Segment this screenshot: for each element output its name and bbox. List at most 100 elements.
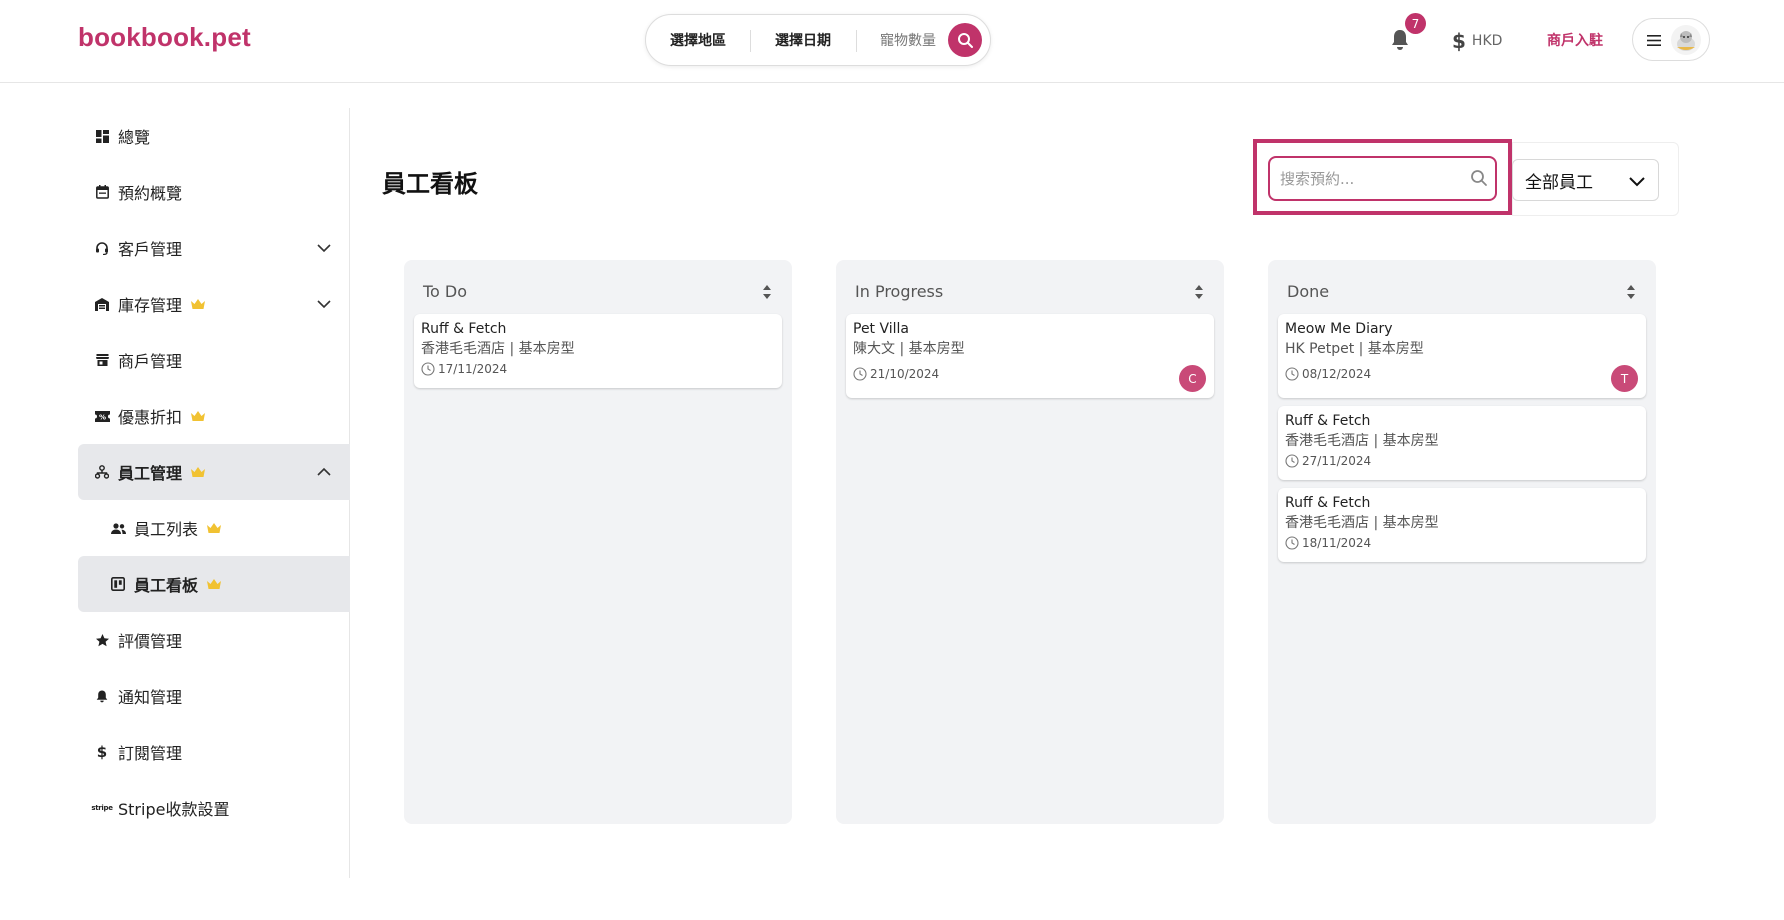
sidebar-item-staff[interactable]: 員工管理	[78, 444, 350, 500]
sidebar-item-label: 員工看板	[134, 576, 199, 595]
sidebar-item-label: 庫存管理	[118, 296, 183, 315]
chevron-down-icon[interactable]	[316, 296, 332, 312]
bell-icon[interactable]	[1389, 28, 1411, 52]
assignee-avatar[interactable]: C	[1179, 365, 1206, 392]
card-date-row: 21/10/2024	[853, 367, 1207, 381]
chevron-up-icon[interactable]	[316, 464, 332, 480]
card-date-row: 17/11/2024	[421, 362, 775, 376]
crown-icon	[207, 579, 222, 589]
top-header: bookbook.pet 選擇地區 選擇日期 寵物數量 7 $ HKD 商戶入駐	[0, 0, 1784, 83]
dashboard-icon	[94, 128, 110, 144]
headset-icon	[94, 240, 110, 256]
divider	[750, 30, 751, 52]
booking-card[interactable]: Ruff & Fetch 香港毛毛酒店 | 基本房型 27/11/2024	[1278, 406, 1646, 480]
sidebar-item-label: 客戶管理	[118, 240, 183, 259]
card-subtitle: 香港毛毛酒店 | 基本房型	[1285, 433, 1439, 449]
sidebar-item-inventory[interactable]: 庫存管理	[78, 276, 350, 332]
kanban-column-in-progress: In Progress Pet Villa 陳大文 | 基本房型 21/10/2…	[836, 260, 1224, 824]
sort-icon[interactable]	[1626, 284, 1636, 300]
currency-label: HKD	[1471, 33, 1503, 49]
booking-card[interactable]: Meow Me Diary HK Petpet | 基本房型 08/12/202…	[1278, 314, 1646, 398]
logo[interactable]: bookbook.pet	[78, 22, 251, 53]
clock-icon	[421, 362, 435, 376]
dollar-icon: $	[96, 743, 108, 761]
booking-search-input[interactable]	[1268, 156, 1497, 201]
card-title: Ruff & Fetch	[1285, 495, 1371, 511]
divider	[856, 30, 857, 52]
crown-icon	[191, 467, 206, 477]
assignee-avatar[interactable]: T	[1611, 365, 1638, 392]
sidebar-item-subscription[interactable]: $ 訂閱管理	[78, 724, 350, 780]
booking-search-bar[interactable]: 選擇地區 選擇日期 寵物數量	[645, 14, 991, 66]
sidebar-item-label: Stripe收款設置	[118, 800, 230, 819]
currency-selector[interactable]: $ HKD	[1452, 29, 1502, 53]
sidebar-item-label: 優惠折扣	[118, 408, 183, 427]
card-title: Ruff & Fetch	[1285, 413, 1371, 429]
card-date: 17/11/2024	[438, 362, 508, 376]
ticket-icon: %	[94, 408, 110, 424]
sidebar-item-staff-kanban[interactable]: 員工看板	[78, 556, 350, 612]
svg-text:%: %	[98, 413, 105, 421]
clock-icon	[1285, 536, 1299, 550]
sidebar-item-merchant[interactable]: 商戶管理	[78, 332, 350, 388]
sidebar-item-label: 總覽	[118, 128, 151, 147]
card-date: 27/11/2024	[1302, 454, 1372, 468]
card-date-row: 18/11/2024	[1285, 536, 1639, 550]
sidebar-item-label: 預約概覽	[118, 184, 183, 203]
chevron-down-icon[interactable]	[316, 240, 332, 256]
staff-filter-select[interactable]: 全部員工	[1512, 159, 1659, 201]
sidebar-item-overview[interactable]: 總覽	[78, 108, 350, 164]
booking-card[interactable]: Ruff & Fetch 香港毛毛酒店 | 基本房型 17/11/2024	[414, 314, 782, 388]
sidebar-item-reviews[interactable]: 評價管理	[78, 612, 350, 668]
column-title: Done	[1287, 282, 1330, 301]
card-title: Meow Me Diary	[1285, 321, 1393, 337]
card-title: Ruff & Fetch	[421, 321, 507, 337]
sort-icon[interactable]	[1194, 284, 1204, 300]
warehouse-icon	[94, 296, 110, 312]
org-chart-icon	[94, 464, 110, 480]
sidebar-item-staff-list[interactable]: 員工列表	[78, 500, 350, 556]
search-icon	[1471, 170, 1487, 186]
sidebar-item-booking-overview[interactable]: 預約概覽	[78, 164, 350, 220]
region-selector[interactable]: 選擇地區	[670, 30, 726, 50]
search-button[interactable]	[948, 23, 982, 57]
sidebar-item-discounts[interactable]: % 優惠折扣	[78, 388, 350, 444]
sidebar: 總覽 預約概覽 客戶管理 庫存管理 商戶管理 % 優惠折扣 員工管理 員工列表 …	[78, 108, 350, 878]
merchant-onboarding-link[interactable]: 商戶入駐	[1547, 30, 1603, 50]
page-title: 員工看板	[382, 170, 478, 198]
booking-card[interactable]: Ruff & Fetch 香港毛毛酒店 | 基本房型 18/11/2024	[1278, 488, 1646, 562]
kanban-column-todo: To Do Ruff & Fetch 香港毛毛酒店 | 基本房型 17/11/2…	[404, 260, 792, 824]
chevron-down-icon	[1629, 177, 1645, 187]
avatar	[1671, 25, 1701, 55]
sidebar-item-label: 通知管理	[118, 688, 183, 707]
card-title: Pet Villa	[853, 321, 910, 337]
notification-badge: 7	[1405, 13, 1426, 34]
store-icon	[94, 352, 110, 368]
sidebar-item-label: 員工列表	[134, 520, 199, 539]
card-date: 08/12/2024	[1302, 367, 1372, 381]
sort-icon[interactable]	[762, 284, 772, 300]
card-subtitle: 陳大文 | 基本房型	[853, 341, 965, 357]
sidebar-item-customers[interactable]: 客戶管理	[78, 220, 350, 276]
sidebar-item-notifications[interactable]: 通知管理	[78, 668, 350, 724]
user-menu-button[interactable]	[1632, 18, 1710, 61]
card-date-row: 27/11/2024	[1285, 454, 1639, 468]
search-icon	[958, 33, 973, 48]
column-title: In Progress	[855, 282, 944, 301]
sidebar-item-label: 商戶管理	[118, 352, 183, 371]
bell-icon	[94, 688, 110, 704]
clock-icon	[1285, 454, 1299, 468]
staff-filter-value: 全部員工	[1525, 172, 1593, 193]
date-selector[interactable]: 選擇日期	[775, 30, 831, 50]
sidebar-item-stripe[interactable]: stripe Stripe收款設置	[78, 780, 350, 836]
booking-card[interactable]: Pet Villa 陳大文 | 基本房型 21/10/2024 C	[846, 314, 1214, 398]
card-date: 21/10/2024	[870, 367, 940, 381]
pet-count-selector[interactable]: 寵物數量	[880, 30, 936, 50]
crown-icon	[191, 299, 206, 309]
clock-icon	[853, 367, 867, 381]
card-date: 18/11/2024	[1302, 536, 1372, 550]
dollar-icon: $	[1452, 29, 1466, 53]
card-date-row: 08/12/2024	[1285, 367, 1639, 381]
sidebar-item-label: 評價管理	[118, 632, 183, 651]
kanban-icon	[110, 576, 126, 592]
